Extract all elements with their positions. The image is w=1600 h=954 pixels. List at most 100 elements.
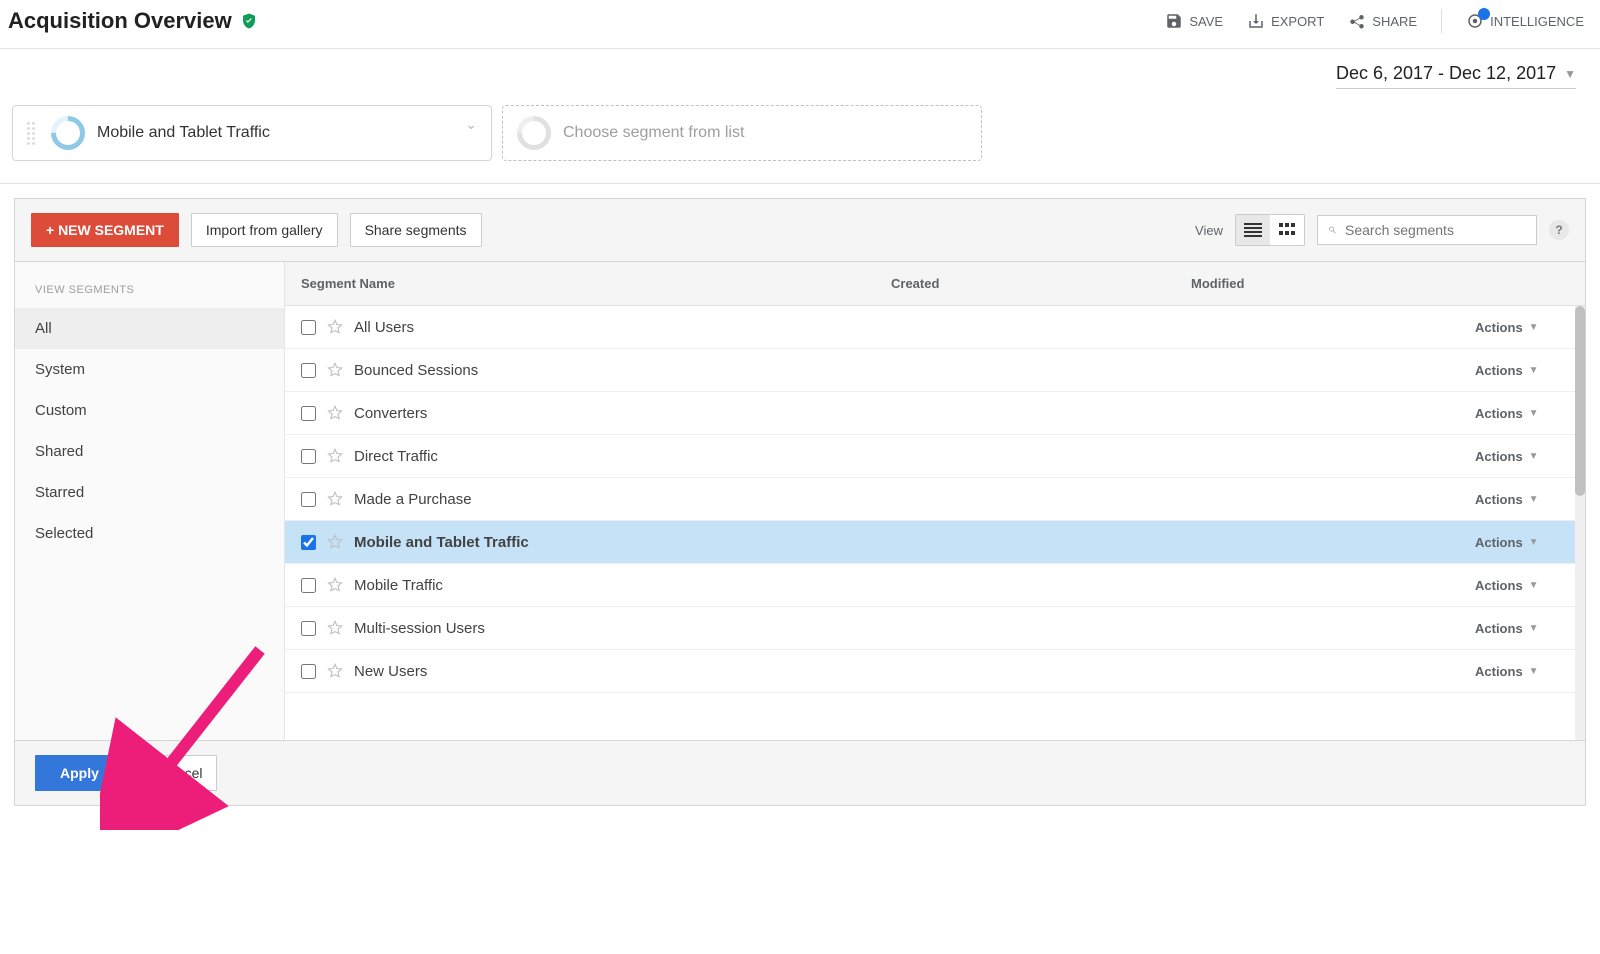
- star-icon[interactable]: [326, 490, 344, 508]
- row-checkbox[interactable]: [301, 449, 316, 464]
- row-checkbox[interactable]: [301, 621, 316, 636]
- row-actions[interactable]: Actions ▼: [1475, 492, 1569, 507]
- header-actions: SAVE EXPORT SHARE INTELLIGENCE: [1165, 9, 1584, 33]
- col-name[interactable]: Segment Name: [285, 262, 875, 305]
- row-checkbox[interactable]: [301, 492, 316, 507]
- table-row[interactable]: Multi-session UsersActions ▼: [285, 607, 1585, 650]
- view-label: View: [1195, 223, 1223, 238]
- row-actions[interactable]: Actions ▼: [1475, 449, 1569, 464]
- star-icon[interactable]: [326, 533, 344, 551]
- export-label: EXPORT: [1271, 14, 1324, 29]
- notification-badge: [1478, 8, 1490, 20]
- search-input[interactable]: [1345, 222, 1526, 238]
- date-range-label: Dec 6, 2017 - Dec 12, 2017: [1336, 63, 1556, 84]
- row-actions[interactable]: Actions ▼: [1475, 363, 1569, 378]
- star-icon[interactable]: [326, 361, 344, 379]
- save-button[interactable]: SAVE: [1165, 12, 1223, 30]
- chevron-down-icon: ▼: [1529, 537, 1539, 548]
- row-name: New Users: [354, 663, 875, 680]
- drag-handle-icon[interactable]: [27, 122, 39, 145]
- intelligence-button[interactable]: INTELLIGENCE: [1466, 12, 1584, 30]
- export-button[interactable]: EXPORT: [1247, 12, 1324, 30]
- row-checkbox[interactable]: [301, 406, 316, 421]
- chevron-down-icon: ▼: [1529, 494, 1539, 505]
- segment-pill-placeholder[interactable]: Choose segment from list: [502, 105, 982, 161]
- row-checkbox[interactable]: [301, 664, 316, 679]
- row-actions[interactable]: Actions ▼: [1475, 535, 1569, 550]
- col-modified[interactable]: Modified: [1175, 262, 1475, 305]
- toolbar-right: View ?: [1195, 214, 1569, 246]
- row-checkbox[interactable]: [301, 578, 316, 593]
- row-checkbox[interactable]: [301, 320, 316, 335]
- help-button[interactable]: ?: [1549, 220, 1569, 240]
- new-segment-button[interactable]: + NEW SEGMENT: [31, 213, 179, 247]
- view-list-button[interactable]: [1236, 215, 1270, 245]
- chevron-down-icon: ▼: [1529, 580, 1539, 591]
- star-icon[interactable]: [326, 576, 344, 594]
- share-label: SHARE: [1372, 14, 1417, 29]
- col-created[interactable]: Created: [875, 262, 1175, 305]
- sidebar-item-starred[interactable]: Starred: [15, 472, 284, 513]
- row-actions[interactable]: Actions ▼: [1475, 621, 1569, 636]
- verified-shield-icon: [240, 12, 258, 30]
- row-checkbox[interactable]: [301, 363, 316, 378]
- chevron-down-icon[interactable]: ⌄: [465, 116, 477, 133]
- import-gallery-button[interactable]: Import from gallery: [191, 213, 338, 247]
- chevron-down-icon: ▼: [1529, 322, 1539, 333]
- page-title: Acquisition Overview: [8, 8, 232, 34]
- separator: [1441, 9, 1442, 33]
- sidebar-item-custom[interactable]: Custom: [15, 390, 284, 431]
- star-icon[interactable]: [326, 662, 344, 680]
- content: Segment Name Created Modified All UsersA…: [285, 262, 1585, 740]
- row-actions[interactable]: Actions ▼: [1475, 320, 1569, 335]
- chevron-down-icon: ▼: [1529, 408, 1539, 419]
- apply-button[interactable]: Apply: [35, 755, 124, 791]
- table-row[interactable]: Mobile TrafficActions ▼: [285, 564, 1585, 607]
- segment-pill-selected[interactable]: Mobile and Tablet Traffic ⌄: [12, 105, 492, 161]
- sidebar-item-selected[interactable]: Selected: [15, 513, 284, 554]
- cancel-button[interactable]: Cancel: [144, 755, 218, 791]
- scrollbar-thumb[interactable]: [1575, 306, 1585, 496]
- table-row[interactable]: Made a Purchase Actions ▼: [285, 478, 1585, 521]
- table-row[interactable]: Converters Actions ▼: [285, 392, 1585, 435]
- share-button[interactable]: SHARE: [1348, 12, 1417, 30]
- row-actions[interactable]: Actions ▼: [1475, 406, 1569, 421]
- search-box[interactable]: [1317, 215, 1537, 245]
- table-row[interactable]: Direct TrafficActions ▼: [285, 435, 1585, 478]
- date-range-row: Dec 6, 2017 - Dec 12, 2017 ▼: [0, 49, 1600, 97]
- table-body: All UsersActions ▼Bounced SessionsAction…: [285, 306, 1585, 740]
- save-label: SAVE: [1189, 14, 1223, 29]
- share-segments-button[interactable]: Share segments: [350, 213, 482, 247]
- scrollbar[interactable]: [1575, 306, 1585, 740]
- intelligence-icon: [1466, 12, 1484, 30]
- view-grid-button[interactable]: [1270, 215, 1304, 245]
- sidebar-heading: VIEW SEGMENTS: [15, 274, 284, 308]
- table-row[interactable]: All Users Actions ▼: [285, 306, 1585, 349]
- row-checkbox[interactable]: [301, 535, 316, 550]
- col-actions: [1475, 262, 1585, 305]
- date-range-picker[interactable]: Dec 6, 2017 - Dec 12, 2017 ▼: [1336, 63, 1576, 89]
- row-actions[interactable]: Actions ▼: [1475, 664, 1569, 679]
- chevron-down-icon: ▼: [1529, 666, 1539, 677]
- star-icon[interactable]: [326, 447, 344, 465]
- table-head: Segment Name Created Modified: [285, 262, 1585, 306]
- table-row[interactable]: Bounced SessionsActions ▼: [285, 349, 1585, 392]
- row-name: Converters: [354, 405, 875, 422]
- chevron-down-icon: ▼: [1529, 623, 1539, 634]
- segment-pill-label: Mobile and Tablet Traffic: [97, 124, 477, 142]
- save-icon: [1165, 12, 1183, 30]
- star-icon[interactable]: [326, 404, 344, 422]
- star-icon[interactable]: [326, 619, 344, 637]
- table-row[interactable]: New Users Actions ▼: [285, 650, 1585, 693]
- panel-body: VIEW SEGMENTS AllSystemCustomSharedStarr…: [15, 261, 1585, 741]
- row-actions[interactable]: Actions ▼: [1475, 578, 1569, 593]
- sidebar-item-all[interactable]: All: [15, 308, 284, 349]
- row-name: All Users: [354, 319, 875, 336]
- sidebar-item-shared[interactable]: Shared: [15, 431, 284, 472]
- row-name: Made a Purchase: [354, 491, 875, 508]
- star-icon[interactable]: [326, 318, 344, 336]
- table-row[interactable]: Mobile and Tablet TrafficActions ▼: [285, 521, 1585, 564]
- share-icon: [1348, 12, 1366, 30]
- sidebar-item-system[interactable]: System: [15, 349, 284, 390]
- segment-pill-placeholder-label: Choose segment from list: [563, 124, 967, 142]
